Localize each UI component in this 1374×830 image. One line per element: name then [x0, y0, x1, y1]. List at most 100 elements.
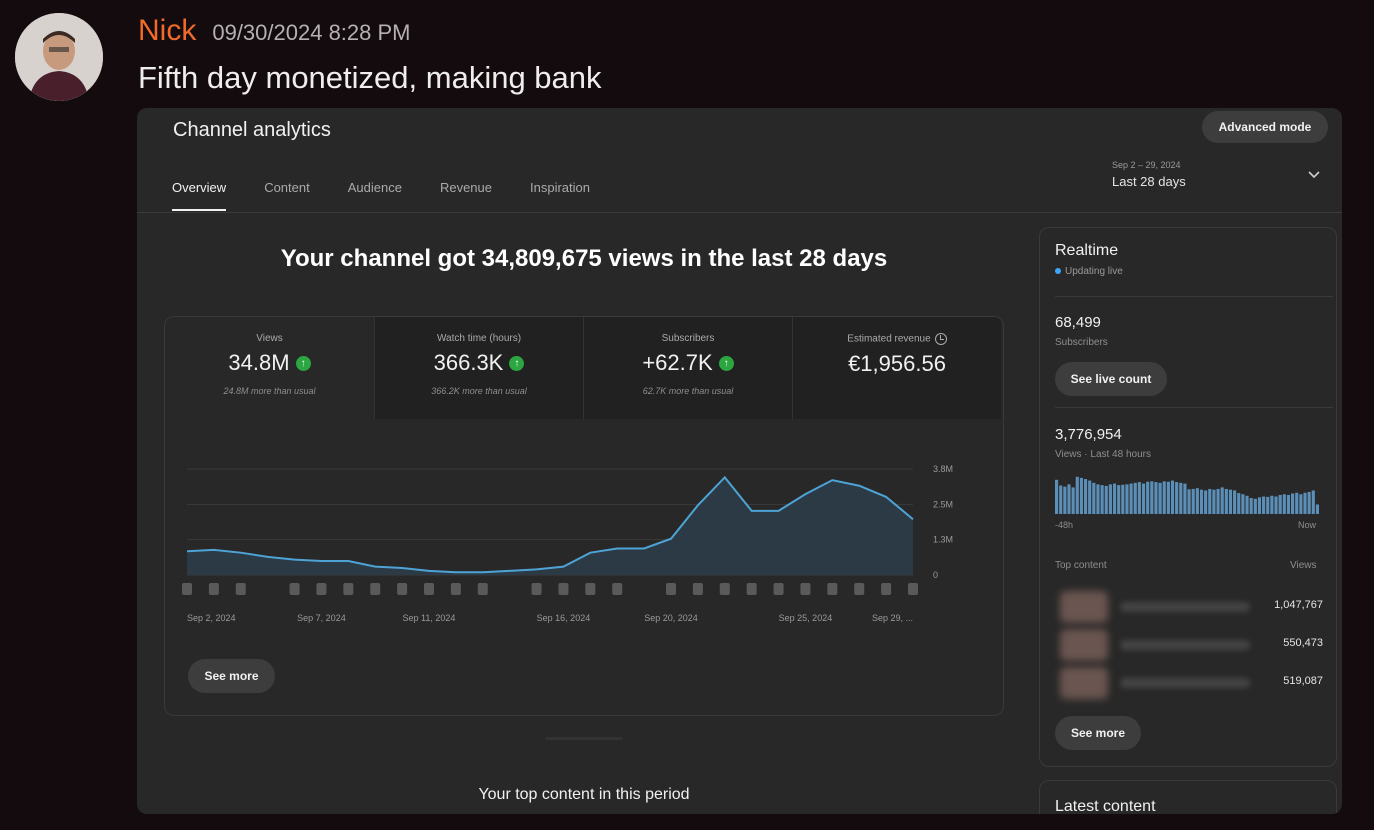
realtime-bar[interactable]	[1237, 493, 1241, 514]
realtime-bar[interactable]	[1096, 484, 1100, 514]
realtime-see-more-button[interactable]: See more	[1055, 716, 1141, 750]
realtime-bar[interactable]	[1083, 479, 1088, 514]
realtime-bar[interactable]	[1257, 497, 1262, 514]
upload-marker-icon[interactable]	[343, 583, 354, 595]
realtime-bar[interactable]	[1183, 483, 1187, 514]
realtime-bar[interactable]	[1208, 488, 1212, 514]
realtime-bar[interactable]	[1299, 494, 1303, 514]
upload-marker-icon[interactable]	[881, 583, 892, 595]
realtime-views-bar-chart[interactable]	[1055, 476, 1320, 514]
upload-marker-icon[interactable]	[289, 583, 300, 595]
realtime-bar[interactable]	[1191, 488, 1195, 514]
upload-marker-icon[interactable]	[370, 583, 381, 595]
realtime-bar[interactable]	[1071, 487, 1075, 514]
realtime-bar[interactable]	[1245, 495, 1249, 514]
upload-marker-icon[interactable]	[692, 583, 703, 595]
upload-marker-icon[interactable]	[316, 583, 327, 595]
realtime-bar[interactable]	[1249, 498, 1253, 514]
date-range-selector[interactable]: Sep 2 – 29, 2024 Last 28 days	[1112, 160, 1186, 189]
realtime-bar[interactable]	[1233, 490, 1237, 514]
metric-revenue[interactable]: Estimated revenue €1,956.56	[792, 317, 1001, 419]
upload-marker-icon[interactable]	[182, 583, 192, 595]
realtime-bar[interactable]	[1141, 483, 1146, 514]
realtime-bar[interactable]	[1199, 489, 1204, 514]
message-author[interactable]: Nick	[138, 14, 196, 48]
tab-overview[interactable]: Overview	[172, 180, 227, 211]
tab-inspiration[interactable]: Inspiration	[530, 180, 590, 211]
realtime-bar[interactable]	[1137, 482, 1141, 514]
realtime-bar[interactable]	[1224, 488, 1228, 514]
realtime-bar[interactable]	[1075, 476, 1079, 514]
realtime-bar[interactable]	[1295, 492, 1299, 514]
upload-marker-icon[interactable]	[235, 583, 246, 595]
upload-marker-icon[interactable]	[800, 583, 811, 595]
realtime-bar[interactable]	[1088, 480, 1092, 514]
realtime-bar[interactable]	[1146, 481, 1150, 514]
upload-marker-icon[interactable]	[719, 583, 730, 595]
realtime-bar[interactable]	[1112, 483, 1117, 514]
realtime-bar[interactable]	[1067, 484, 1071, 514]
realtime-bar[interactable]	[1063, 486, 1067, 514]
realtime-bar[interactable]	[1311, 490, 1315, 514]
realtime-bar[interactable]	[1270, 495, 1274, 514]
upload-marker-icon[interactable]	[531, 583, 542, 595]
realtime-bar[interactable]	[1216, 488, 1220, 514]
advanced-mode-button[interactable]: Advanced mode	[1202, 111, 1328, 143]
realtime-bar[interactable]	[1220, 487, 1224, 514]
realtime-bar[interactable]	[1286, 495, 1291, 514]
upload-marker-icon[interactable]	[397, 583, 408, 595]
realtime-bar[interactable]	[1125, 484, 1129, 514]
upload-marker-icon[interactable]	[854, 583, 865, 595]
realtime-bar[interactable]	[1170, 480, 1175, 514]
realtime-bar[interactable]	[1150, 481, 1154, 514]
realtime-bar[interactable]	[1154, 482, 1158, 514]
realtime-bar[interactable]	[1059, 485, 1063, 515]
upload-marker-icon[interactable]	[908, 583, 918, 595]
realtime-bar[interactable]	[1315, 504, 1319, 515]
realtime-bar[interactable]	[1121, 484, 1125, 514]
metric-views[interactable]: Views 34.8M ↑ 24.8M more than usual	[165, 317, 374, 419]
list-item[interactable]: 550,473	[1055, 626, 1323, 664]
realtime-bar[interactable]	[1092, 482, 1096, 514]
tab-revenue[interactable]: Revenue	[440, 180, 492, 211]
see-live-count-button[interactable]: See live count	[1055, 362, 1167, 396]
metric-watch-time[interactable]: Watch time (hours) 366.3K ↑ 366.2K more t…	[374, 317, 583, 419]
upload-marker-icon[interactable]	[827, 583, 838, 595]
realtime-bar[interactable]	[1100, 485, 1104, 514]
realtime-bar[interactable]	[1307, 491, 1311, 514]
realtime-bar[interactable]	[1055, 479, 1059, 514]
realtime-bar[interactable]	[1282, 494, 1286, 514]
realtime-bar[interactable]	[1274, 496, 1278, 514]
tab-audience[interactable]: Audience	[348, 180, 402, 211]
list-item[interactable]: 1,047,767	[1055, 588, 1323, 626]
realtime-bar[interactable]	[1291, 493, 1295, 514]
realtime-bar[interactable]	[1195, 488, 1199, 514]
views-chart[interactable]: 3.8M 2.5M 1.3M 0 Sep 2, 2024 Sep 7, 2024 Sep 1…	[165, 419, 1003, 649]
realtime-bar[interactable]	[1266, 496, 1270, 514]
realtime-bar[interactable]	[1158, 482, 1162, 514]
realtime-bar[interactable]	[1228, 489, 1233, 514]
chevron-down-icon[interactable]	[1307, 170, 1321, 180]
realtime-bar[interactable]	[1129, 483, 1133, 514]
realtime-bar[interactable]	[1079, 477, 1083, 514]
upload-marker-icon[interactable]	[450, 583, 461, 595]
realtime-bar[interactable]	[1179, 482, 1183, 514]
realtime-bar[interactable]	[1187, 489, 1191, 514]
realtime-bar[interactable]	[1212, 489, 1216, 514]
realtime-bar[interactable]	[1175, 482, 1179, 514]
realtime-bar[interactable]	[1166, 481, 1170, 514]
tab-content[interactable]: Content	[264, 180, 310, 211]
upload-marker-icon[interactable]	[208, 583, 219, 595]
realtime-bar[interactable]	[1253, 498, 1257, 514]
upload-marker-icon[interactable]	[585, 583, 596, 595]
avatar[interactable]	[15, 13, 103, 101]
upload-marker-icon[interactable]	[558, 583, 569, 595]
realtime-bar[interactable]	[1104, 485, 1108, 514]
realtime-bar[interactable]	[1108, 484, 1112, 514]
realtime-bar[interactable]	[1133, 482, 1137, 514]
upload-marker-icon[interactable]	[424, 583, 434, 595]
upload-marker-icon[interactable]	[612, 583, 623, 595]
realtime-bar[interactable]	[1262, 496, 1266, 514]
realtime-bar[interactable]	[1303, 492, 1307, 514]
realtime-bar[interactable]	[1204, 490, 1208, 514]
